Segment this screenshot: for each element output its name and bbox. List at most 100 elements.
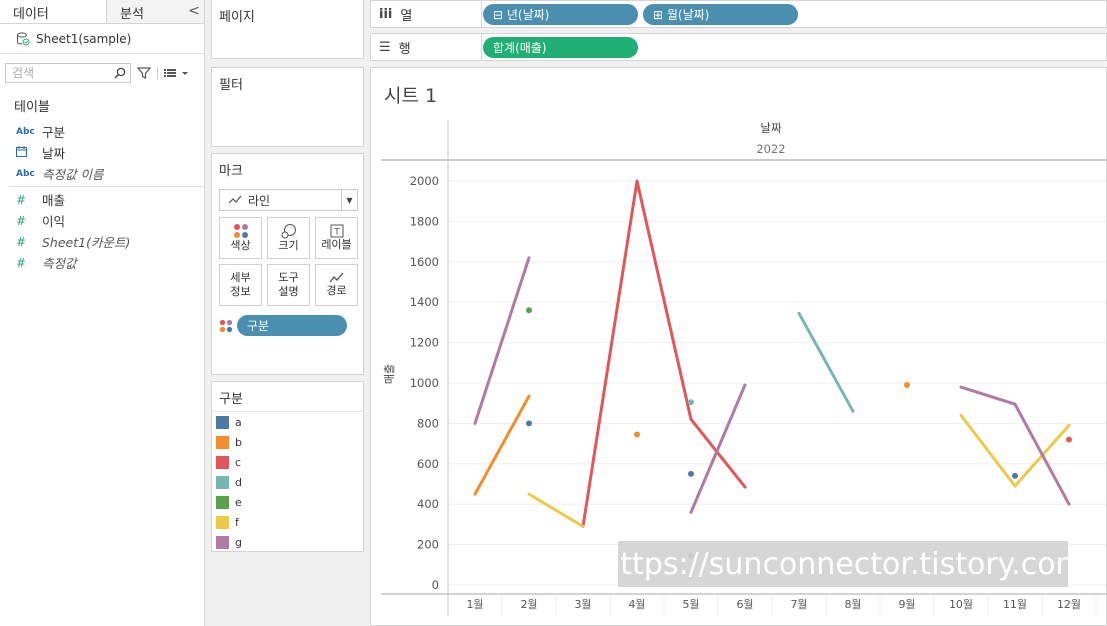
series-d (688, 311, 855, 413)
x-tick-label: 3월 (574, 598, 591, 611)
worksheet-area: iii 열 ⊟ 년(날짜) ⊞ 월(날짜) ☰ 행 합계(매출) 시트 1 날짜… (370, 0, 1107, 626)
y-tick-label: 1000 (410, 376, 439, 390)
tab-data[interactable]: 데이터 (0, 0, 107, 23)
field-measure-sales[interactable]: # 매출 (0, 189, 204, 210)
series-point-c (1066, 436, 1072, 443)
legend-list: abcdefg (212, 412, 363, 552)
label-button[interactable]: T 레이블 (315, 217, 358, 259)
rows-shelf-label: ☰ 행 (371, 34, 482, 60)
y-tick-label: 0 (432, 578, 439, 592)
tab-analysis[interactable]: 분석 (107, 0, 184, 23)
legend-label: d (235, 476, 242, 490)
legend-label: a (235, 416, 242, 430)
number-type-icon: # (16, 192, 27, 207)
filters-title: 필터 (219, 78, 243, 93)
detail-button[interactable]: 세부 정보 (219, 264, 262, 306)
filter-icon[interactable] (137, 66, 151, 80)
series-point-a (688, 470, 694, 477)
legend-swatch (216, 535, 229, 549)
mark-buttons: 색상 크기 T 레이블 세부 정보 도구 설명 경로 (219, 217, 363, 306)
color-pill[interactable]: 구분 (237, 315, 347, 336)
search-icon[interactable] (114, 67, 126, 79)
dimension-list: Abc 구분 날짜 Abc 측정값 이름 (0, 121, 204, 184)
legend-swatch (216, 496, 229, 509)
legend-item-b[interactable]: b (212, 433, 363, 453)
divider (157, 66, 158, 80)
series-f (527, 413, 1071, 528)
filters-card[interactable]: 필터 (211, 67, 364, 147)
y-tick-label: 800 (417, 416, 439, 430)
view-list-icon[interactable] (164, 67, 190, 79)
field-measure-names[interactable]: Abc 측정값 이름 (0, 163, 204, 184)
legend-label: e (235, 496, 242, 509)
detail-button-label: 세부 정보 (230, 271, 251, 298)
string-type-icon: Abc (16, 168, 35, 179)
legend-item-d[interactable]: d (212, 473, 363, 493)
legend-item-g[interactable]: g (212, 532, 363, 552)
series-segment-g (689, 383, 747, 514)
color-icon (233, 224, 248, 238)
calendar-icon (16, 145, 42, 160)
field-measure-profit[interactable]: # 이익 (0, 210, 204, 231)
search-row (0, 54, 204, 87)
collapse-pane-icon[interactable]: < (184, 0, 204, 23)
legend-item-e[interactable]: e (212, 493, 363, 513)
datasource-item[interactable]: Sheet1(sample) (0, 24, 204, 54)
pages-title: 페이지 (219, 10, 255, 25)
mark-type-label: 라인 (248, 193, 271, 208)
legend-swatch (216, 416, 229, 430)
legend-label: c (235, 456, 242, 470)
legend-card: 구분 abcdefg (211, 381, 364, 552)
y-axis-ticks: 0 200 400 600 800 1000 1200 1400 1600 1800 2000 (410, 174, 439, 592)
color-button-label: 색상 (230, 239, 251, 252)
columns-pill-year[interactable]: ⊟ 년(날짜) (483, 3, 638, 25)
columns-shelf[interactable]: iii 열 ⊟ 년(날짜) ⊞ 월(날짜) (370, 0, 1107, 28)
series-point-a (1012, 472, 1018, 479)
legend-item-a[interactable]: a (212, 413, 363, 433)
x-tick-label: 2월 (520, 598, 537, 611)
field-dimension-gubun[interactable]: Abc 구분 (0, 121, 204, 142)
x-tick-label: 11월 (1003, 598, 1027, 611)
marks-title: 마크 (219, 164, 243, 179)
x-tick-label: 1월 (466, 598, 483, 611)
sheet-canvas: 시트 1 날짜 2022 매출 0 200 400 600 800 1000 1200 140… (370, 67, 1107, 626)
size-button[interactable]: 크기 (267, 217, 310, 259)
x-tick-label: 12월 (1057, 598, 1081, 611)
legend-swatch (216, 456, 229, 470)
chevron-down-icon: ▼ (341, 190, 357, 210)
series-a (526, 420, 1018, 479)
chart-grid (448, 180, 1106, 586)
number-type-icon: # (16, 255, 27, 270)
number-type-icon: # (16, 234, 27, 249)
data-pane: 데이터 분석 < Sheet1(sample) 테이블 Abc 구분 날짜 Ab… (0, 0, 205, 626)
legend-title: 구분 (212, 382, 363, 412)
column-header-year: 2022 (756, 142, 785, 156)
field-label: 측정값 (42, 256, 77, 271)
rows-pill-sales[interactable]: 합계(매출) (483, 36, 638, 58)
y-axis-title: 매출 (383, 364, 396, 384)
field-measure-values[interactable]: # 측정값 (0, 252, 204, 273)
y-tick-label: 2000 (410, 174, 439, 188)
rows-shelf[interactable]: ☰ 행 합계(매출) (370, 33, 1107, 61)
field-label: 매출 (42, 193, 66, 208)
measure-list: # 매출 # 이익 # Sheet1(카운트) # 측정값 (0, 189, 204, 273)
columns-pill-month[interactable]: ⊞ 월(날짜) (643, 3, 798, 25)
series-segment-g (1013, 402, 1071, 506)
tooltip-button[interactable]: 도구 설명 (267, 264, 310, 306)
y-tick-label: 1600 (410, 255, 439, 269)
series-segment-f (527, 492, 585, 528)
legend-item-f[interactable]: f (212, 512, 363, 532)
field-measure-count[interactable]: # Sheet1(카운트) (0, 231, 204, 252)
legend-item-c[interactable]: c (212, 453, 363, 473)
mark-type-dropdown[interactable]: 라인 ▼ (219, 189, 358, 211)
x-tick-label: 9월 (898, 598, 915, 611)
number-type-icon: # (16, 213, 27, 228)
series-g (473, 256, 1071, 514)
label-button-label: 레이블 (321, 238, 352, 251)
color-button[interactable]: 색상 (219, 217, 262, 259)
pages-card[interactable]: 페이지 (211, 0, 364, 59)
path-button[interactable]: 경로 (315, 264, 358, 306)
table-section-title: 테이블 (14, 100, 50, 115)
search-input[interactable] (12, 66, 107, 80)
field-dimension-date[interactable]: 날짜 (0, 142, 204, 163)
